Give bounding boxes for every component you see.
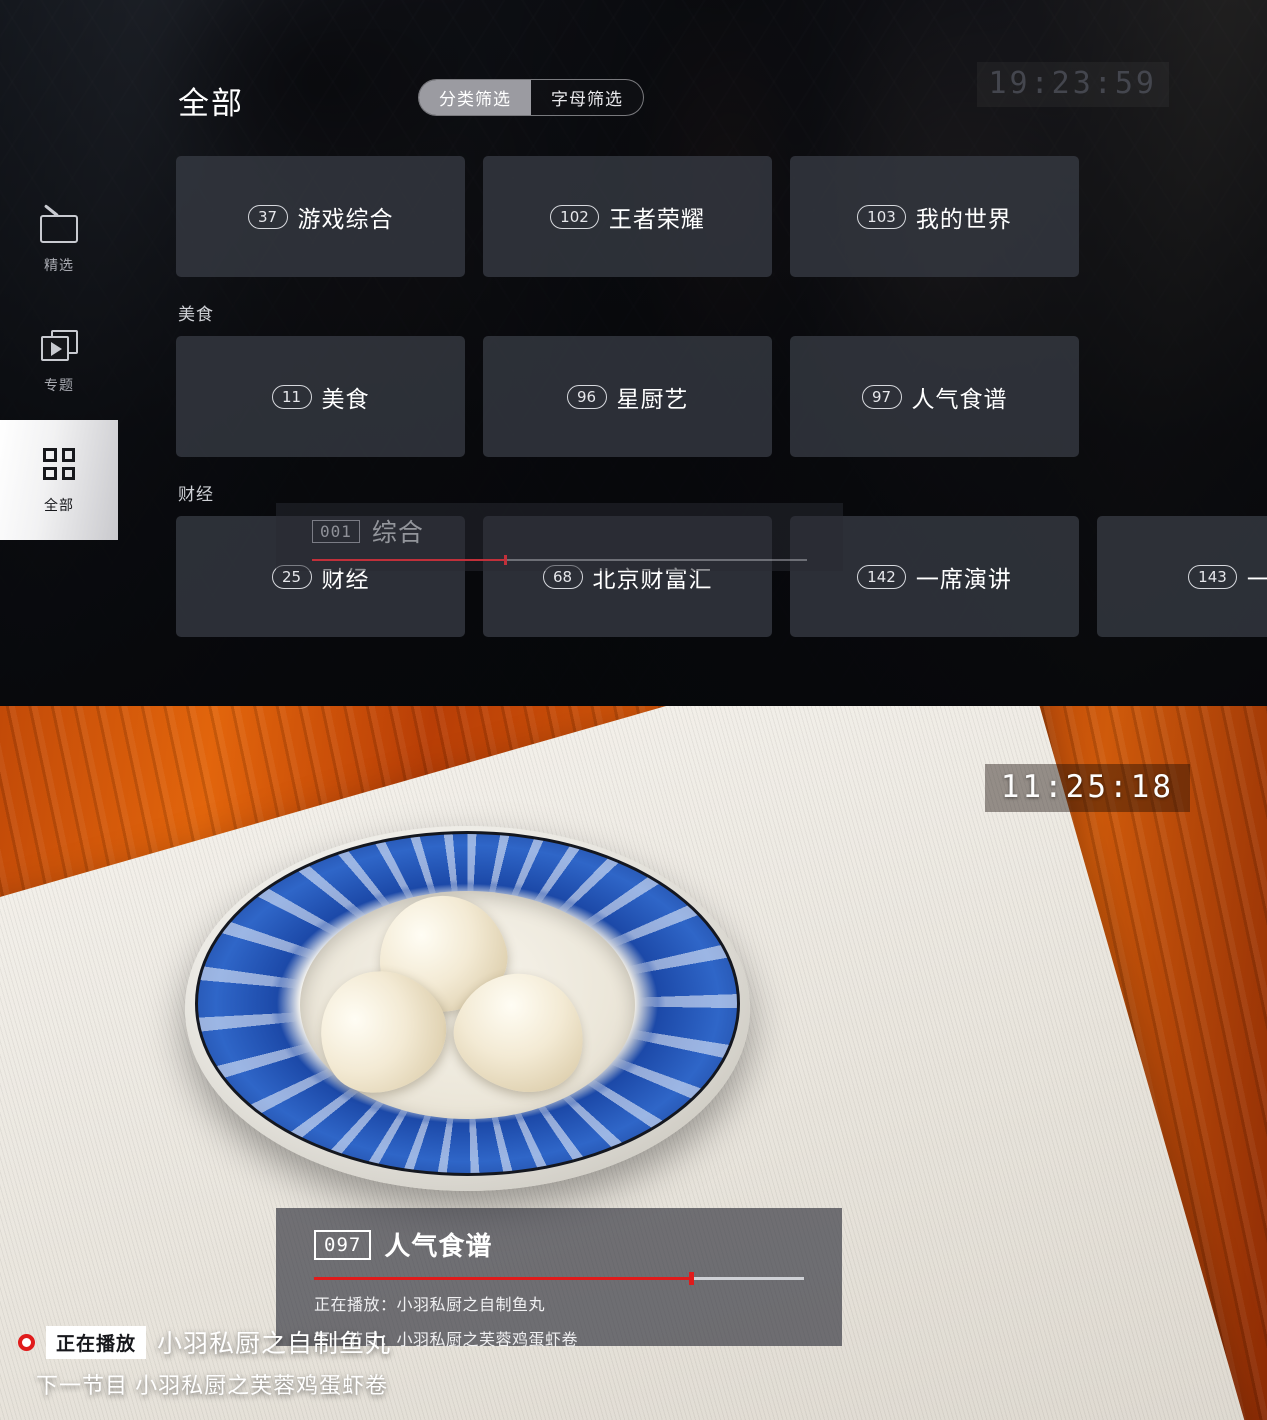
channel-number: 102 xyxy=(550,204,599,229)
overlay-channel-number: 097 xyxy=(314,1229,372,1260)
channel-row: 37 游戏综合 102 王者荣耀 103 我的世界 xyxy=(176,156,1267,277)
channel-card[interactable]: 143 一条 xyxy=(1097,516,1267,637)
ghost-channel-name: 综合 xyxy=(371,519,424,547)
sidebar-item-topics[interactable]: 专题 xyxy=(0,300,118,420)
channel-group-food: 美食 11 美食 96 星厨艺 97 人气食谱 xyxy=(176,300,1267,457)
channel-number: 97 xyxy=(861,384,902,409)
channel-name: 一席演讲 xyxy=(915,565,1012,592)
tv-icon xyxy=(38,204,80,243)
sidebar-item-label: 专题 xyxy=(44,377,74,393)
channel-group-title: 财经 xyxy=(178,485,214,504)
ghost-channel-card: 001 综合 xyxy=(276,503,843,571)
channel-name: 我的世界 xyxy=(915,205,1012,232)
ticker-next-title: 小羽私厨之芙蓉鸡蛋虾卷 xyxy=(135,1373,389,1398)
sidebar-item-label: 精选 xyxy=(44,257,74,273)
tv-channel-browser: 全部 分类筛选 字母筛选 19:23:59 精选 专题 全部 37 游戏综合 1… xyxy=(0,0,1267,1420)
grid-icon xyxy=(38,445,80,483)
channel-name: 王者荣耀 xyxy=(608,205,705,232)
panel-header: 全部 分类筛选 字母筛选 19:23:59 xyxy=(0,0,1267,150)
status-badge: 正在播放 xyxy=(46,1325,147,1359)
channel-card[interactable]: 37 游戏综合 xyxy=(176,156,465,277)
channel-name: 游戏综合 xyxy=(297,205,394,232)
tab-alphabet-filter[interactable]: 字母筛选 xyxy=(531,80,643,115)
sidebar-item-featured[interactable]: 精选 xyxy=(0,180,118,300)
channel-card[interactable]: 11 美食 xyxy=(176,336,465,457)
header-clock: 19:23:59 xyxy=(976,62,1169,107)
page-title: 全部 xyxy=(178,86,244,121)
sidebar: 精选 专题 全部 xyxy=(0,180,118,540)
video-stack-icon xyxy=(38,325,80,363)
bottom-ticker: 正在播放 小羽私厨之自制鱼丸 下一节目 小羽私厨之芙蓉鸡蛋虾卷 xyxy=(0,1324,1267,1400)
video-clock: 11:25:18 xyxy=(984,764,1190,812)
ghost-progress-bar xyxy=(312,555,807,565)
overlay-now-playing: 正在播放：小羽私厨之自制鱼丸 xyxy=(314,1297,546,1314)
sidebar-item-label: 全部 xyxy=(44,497,74,513)
ghost-channel-number: 001 xyxy=(312,519,360,543)
channel-number: 11 xyxy=(271,384,312,409)
channel-name: 一条 xyxy=(1246,565,1267,592)
channel-number: 37 xyxy=(247,204,288,229)
channel-card[interactable]: 103 我的世界 xyxy=(790,156,1079,277)
channel-number: 143 xyxy=(1188,564,1237,589)
channel-number: 142 xyxy=(857,564,906,589)
ticker-next-label: 下一节目 xyxy=(36,1373,129,1398)
filter-toggle-group[interactable]: 分类筛选 字母筛选 xyxy=(418,79,644,116)
record-dot-icon xyxy=(18,1333,35,1351)
tab-category-filter[interactable]: 分类筛选 xyxy=(419,80,531,115)
channel-card[interactable]: 102 王者荣耀 xyxy=(483,156,772,277)
channel-number: 103 xyxy=(857,204,906,229)
channel-number: 96 xyxy=(566,384,607,409)
channel-name: 人气食谱 xyxy=(911,385,1008,412)
channel-group-games: 37 游戏综合 102 王者荣耀 103 我的世界 xyxy=(176,156,1267,277)
channel-card[interactable]: 97 人气食谱 xyxy=(790,336,1079,457)
channel-name: 星厨艺 xyxy=(616,385,689,412)
overlay-channel-name: 人气食谱 xyxy=(384,1231,493,1261)
channel-row: 11 美食 96 星厨艺 97 人气食谱 xyxy=(176,336,1267,457)
channel-card[interactable]: 96 星厨艺 xyxy=(483,336,772,457)
channel-panel: 全部 分类筛选 字母筛选 19:23:59 精选 专题 全部 37 游戏综合 1… xyxy=(0,0,1267,706)
channel-group-title: 美食 xyxy=(178,305,214,324)
channel-name: 美食 xyxy=(321,385,370,412)
overlay-progress-bar[interactable] xyxy=(314,1272,804,1285)
sidebar-item-all[interactable]: 全部 xyxy=(0,420,118,540)
ticker-current-title: 小羽私厨之自制鱼丸 xyxy=(157,1330,392,1358)
